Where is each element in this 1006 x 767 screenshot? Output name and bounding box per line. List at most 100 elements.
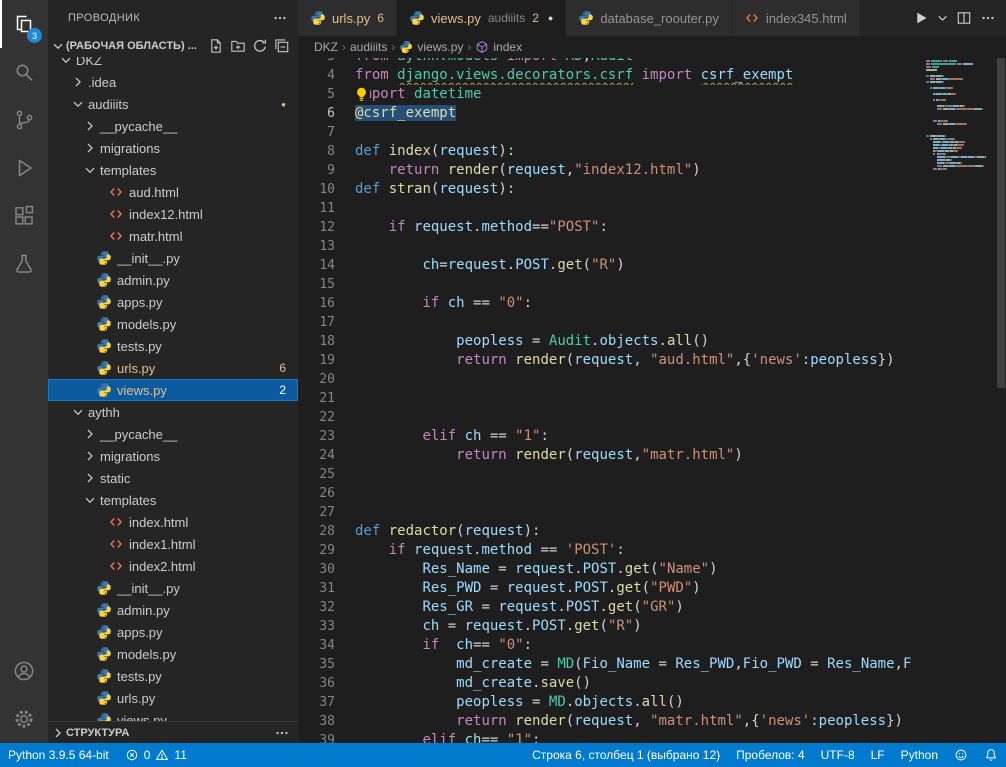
- code-line-37[interactable]: 37 peopless = MD.objects.all(): [298, 693, 924, 712]
- line-number[interactable]: 16: [298, 294, 351, 313]
- code-line-6[interactable]: 6@csrf_exempt: [298, 104, 924, 123]
- line-number[interactable]: 7: [298, 123, 351, 142]
- minimap[interactable]: [924, 58, 996, 743]
- code-line-10[interactable]: 10def stran(request):: [298, 180, 924, 199]
- line-number[interactable]: 38: [298, 712, 351, 731]
- status-eol[interactable]: LF: [863, 743, 893, 767]
- tree-item-static[interactable]: static: [48, 467, 298, 489]
- code-line-26[interactable]: 26: [298, 484, 924, 503]
- tree-item-templates[interactable]: templates: [48, 489, 298, 511]
- line-number[interactable]: 14: [298, 256, 351, 275]
- collapse-all-icon[interactable]: [272, 36, 292, 56]
- code-line-5[interactable]: 5import datetime: [298, 85, 924, 104]
- line-number[interactable]: 23: [298, 427, 351, 446]
- line-number[interactable]: 18: [298, 332, 351, 351]
- code-line-30[interactable]: 30 Res_Name = request.POST.get("Name"): [298, 560, 924, 579]
- breadcrumb-item-dkz[interactable]: DKZ: [314, 40, 338, 54]
- line-number[interactable]: 17: [298, 313, 351, 332]
- tree-item-init-py[interactable]: __init__.py: [48, 247, 298, 269]
- tree-item-migrations[interactable]: migrations: [48, 445, 298, 467]
- activitybar-settings[interactable]: [0, 695, 48, 743]
- line-number[interactable]: 36: [298, 674, 351, 693]
- line-number[interactable]: 27: [298, 503, 351, 522]
- code-line-27[interactable]: 27: [298, 503, 924, 522]
- code-line-25[interactable]: 25: [298, 465, 924, 484]
- line-number[interactable]: 15: [298, 275, 351, 294]
- breadcrumb-item-audiiits[interactable]: audiiits: [350, 40, 387, 54]
- ellipsis-icon[interactable]: [978, 8, 998, 28]
- code-line-19[interactable]: 19 return render(request, "aud.html",{'n…: [298, 351, 924, 370]
- code-line-15[interactable]: 15: [298, 275, 924, 294]
- tree-item-pycache[interactable]: __pycache__: [48, 115, 298, 137]
- outline-section-header[interactable]: СТРУКТУРА: [48, 721, 298, 743]
- tree-item-apps-py[interactable]: apps.py: [48, 621, 298, 643]
- line-number[interactable]: 34: [298, 636, 351, 655]
- line-number[interactable]: 4: [298, 66, 351, 85]
- code-line-12[interactable]: 12 if request.method=="POST":: [298, 218, 924, 237]
- code-line-17[interactable]: 17: [298, 313, 924, 332]
- tree-item-index2-html[interactable]: index2.html: [48, 555, 298, 577]
- tree-item-admin-py[interactable]: admin.py: [48, 599, 298, 621]
- tree-item-admin-py[interactable]: admin.py: [48, 269, 298, 291]
- code-line-33[interactable]: 33 ch = request.POST.get("R"): [298, 617, 924, 636]
- code-line-39[interactable]: 39 elif ch== "1":: [298, 731, 924, 743]
- line-number[interactable]: 8: [298, 142, 351, 161]
- code-editor[interactable]: 3from aythh.models import MD,Audit4from …: [298, 58, 1006, 743]
- code-line-38[interactable]: 38 return render(request, "matr.html",{'…: [298, 712, 924, 731]
- line-number[interactable]: 28: [298, 522, 351, 541]
- scrollbar-thumb[interactable]: [997, 58, 1005, 388]
- tree-item-index-html[interactable]: index.html: [48, 511, 298, 533]
- line-number[interactable]: 24: [298, 446, 351, 465]
- code-line-3[interactable]: 3from aythh.models import MD,Audit: [298, 58, 924, 66]
- status-language[interactable]: Python: [893, 743, 946, 767]
- code-line-8[interactable]: 8def index(request):: [298, 142, 924, 161]
- line-number[interactable]: 11: [298, 199, 351, 218]
- chevron-down-icon[interactable]: [935, 8, 950, 28]
- refresh-icon[interactable]: [250, 36, 270, 56]
- line-number[interactable]: 35: [298, 655, 351, 674]
- sidebar-more-actions-icon[interactable]: [272, 10, 288, 26]
- line-number[interactable]: 30: [298, 560, 351, 579]
- line-number[interactable]: 25: [298, 465, 351, 484]
- tree-item-templates[interactable]: templates: [48, 159, 298, 181]
- tree-item-models-py[interactable]: models.py: [48, 643, 298, 665]
- code-line-31[interactable]: 31 Res_PWD = request.POST.get("PWD"): [298, 579, 924, 598]
- new-file-icon[interactable]: [206, 36, 226, 56]
- tree-item-urls-py[interactable]: urls.py6: [48, 357, 298, 379]
- breadcrumb-item-index[interactable]: index: [475, 40, 522, 54]
- lightbulb-icon[interactable]: [353, 86, 370, 103]
- code-line-28[interactable]: 28def redactor(request):: [298, 522, 924, 541]
- activitybar-explorer[interactable]: 3: [0, 0, 48, 48]
- code-line-21[interactable]: 21: [298, 389, 924, 408]
- tree-item-models-py[interactable]: models.py: [48, 313, 298, 335]
- tree-item-views-py[interactable]: views.py: [48, 709, 298, 721]
- line-number[interactable]: 26: [298, 484, 351, 503]
- line-number[interactable]: 37: [298, 693, 351, 712]
- activitybar-extensions[interactable]: [0, 192, 48, 240]
- status-indentation[interactable]: Пробелов: 4: [728, 743, 813, 767]
- outline-more-actions-icon[interactable]: [274, 725, 290, 741]
- line-number[interactable]: 31: [298, 579, 351, 598]
- code-line-4[interactable]: 4from django.views.decorators.csrf impor…: [298, 66, 924, 85]
- line-number[interactable]: 9: [298, 161, 351, 180]
- activitybar-search[interactable]: [0, 48, 48, 96]
- code-line-22[interactable]: 22: [298, 408, 924, 427]
- code-line-36[interactable]: 36 md_create.save(): [298, 674, 924, 693]
- tree-item-tests-py[interactable]: tests.py: [48, 335, 298, 357]
- line-number[interactable]: 21: [298, 389, 351, 408]
- tab-database-roouter-py[interactable]: database_roouter.py: [566, 0, 732, 36]
- code-line-13[interactable]: 13: [298, 237, 924, 256]
- line-number[interactable]: 33: [298, 617, 351, 636]
- code-line-34[interactable]: 34 if ch== "0":: [298, 636, 924, 655]
- line-number[interactable]: 6: [298, 104, 351, 123]
- line-number[interactable]: 20: [298, 370, 351, 389]
- code-line-14[interactable]: 14 ch=request.POST.get("R"): [298, 256, 924, 275]
- line-number[interactable]: 22: [298, 408, 351, 427]
- tree-item-apps-py[interactable]: apps.py: [48, 291, 298, 313]
- status-problems[interactable]: 0 11: [117, 743, 195, 767]
- breadcrumb-item-views-py[interactable]: views.py: [399, 40, 463, 54]
- tree-item-init-py[interactable]: __init__.py: [48, 577, 298, 599]
- play-icon[interactable]: [911, 8, 931, 28]
- tree-item-pycache[interactable]: __pycache__: [48, 423, 298, 445]
- status-cursor-position[interactable]: Строка 6, столбец 1 (выбрано 12): [524, 743, 728, 767]
